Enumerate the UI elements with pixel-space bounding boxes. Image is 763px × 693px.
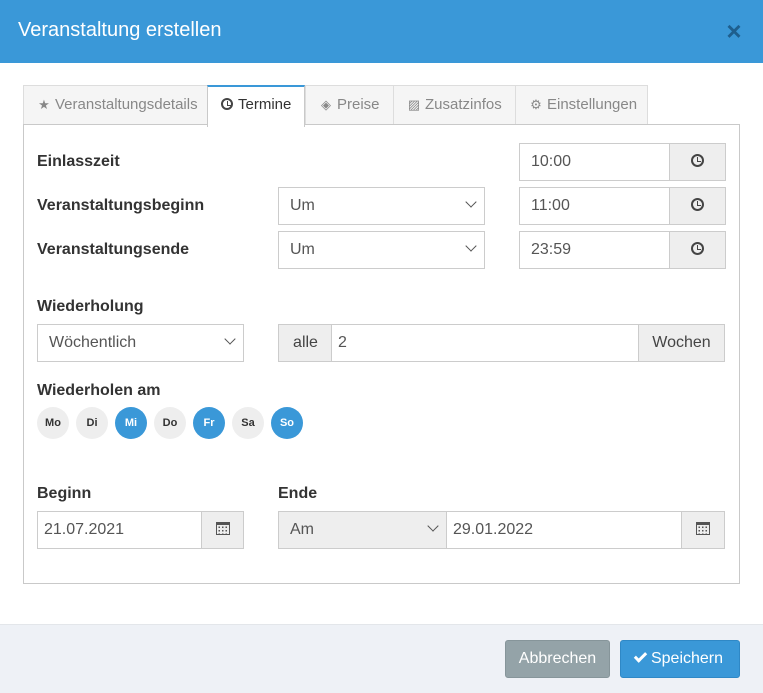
tab-termine[interactable]: Termine — [207, 85, 305, 127]
tab-label: Einstellungen — [547, 96, 638, 113]
dialog-header: Veranstaltung erstellen × — [0, 0, 763, 63]
range-end-label: Ende — [278, 485, 318, 502]
clock-icon — [691, 242, 704, 256]
repeat-frequency-select[interactable]: Wöchentlich — [37, 324, 244, 362]
end-date-mode-value: Am — [290, 521, 314, 538]
day-toggle-di[interactable]: Di — [76, 407, 108, 439]
dialog-footer: Abbrechen Speichern — [0, 624, 763, 693]
save-button-label: Speichern — [650, 650, 724, 667]
close-icon[interactable]: × — [723, 18, 745, 44]
chevron-down-icon — [427, 520, 439, 532]
tab-label: Veranstaltungsdetails — [55, 96, 198, 113]
start-time-picker-button[interactable] — [669, 187, 726, 225]
day-toggle-mo[interactable]: Mo — [37, 407, 69, 439]
tab-einstellungen[interactable]: ⚙ Einstellungen — [515, 85, 648, 125]
dialog-title: Veranstaltung erstellen — [18, 19, 222, 41]
gear-icon: ⚙ — [530, 97, 542, 112]
end-date-picker-button[interactable] — [681, 511, 725, 549]
repeat-every-prefix: alle — [278, 324, 333, 362]
day-toggle-so[interactable]: So — [271, 407, 303, 439]
chevron-down-icon — [465, 196, 477, 208]
calendar-icon — [696, 522, 710, 536]
end-time-picker-button[interactable] — [669, 231, 726, 269]
clock-icon — [691, 154, 704, 168]
image-icon: ▨ — [407, 97, 421, 112]
end-mode-date-select[interactable]: Am — [278, 511, 447, 549]
tab-veranstaltungsdetails[interactable]: ★ Veranstaltungsdetails — [23, 85, 208, 125]
repeat-frequency-value: Wöchentlich — [49, 334, 137, 351]
clock-icon — [691, 198, 704, 212]
tab-label: Termine — [238, 96, 292, 113]
range-begin-label: Beginn — [37, 485, 92, 502]
end-mode-select[interactable]: Um — [278, 231, 485, 269]
end-time-input[interactable]: 23:59 — [519, 231, 671, 269]
tab-zusatzinfos[interactable]: ▨ Zusatzinfos — [393, 85, 516, 125]
star-icon: ★ — [38, 97, 50, 112]
end-mode-value: Um — [290, 241, 315, 258]
tab-label: Preise — [337, 96, 380, 113]
save-button[interactable]: Speichern — [620, 640, 740, 678]
cancel-button[interactable]: Abbrechen — [505, 640, 610, 678]
end-label: Veranstaltungsende — [37, 241, 190, 258]
tab-preise[interactable]: ◈ Preise — [305, 85, 394, 125]
admission-label: Einlasszeit — [37, 153, 120, 170]
tag-icon: ◈ — [321, 97, 331, 112]
start-mode-value: Um — [290, 197, 315, 214]
start-time-input[interactable]: 11:00 — [519, 187, 671, 225]
repeat-interval-input[interactable]: 2 — [331, 324, 640, 362]
tab-label: Zusatzinfos — [425, 96, 502, 113]
day-toggle-sa[interactable]: Sa — [232, 407, 264, 439]
clock-icon — [220, 87, 234, 123]
calendar-icon — [215, 522, 230, 536]
admission-time-picker-button[interactable] — [669, 143, 726, 181]
day-toggle-mi[interactable]: Mi — [115, 407, 147, 439]
begin-date-input[interactable]: 21.07.2021 — [37, 511, 203, 549]
admission-time-input[interactable]: 10:00 — [519, 143, 671, 181]
start-label: Veranstaltungsbeginn — [37, 197, 205, 214]
check-icon — [633, 649, 648, 663]
chevron-down-icon — [224, 333, 236, 345]
start-mode-select[interactable]: Um — [278, 187, 485, 225]
repeat-label: Wiederholung — [37, 298, 144, 315]
day-toggle-do[interactable]: Do — [154, 407, 186, 439]
day-toggle-fr[interactable]: Fr — [193, 407, 225, 439]
repeat-days-label: Wiederholen am — [37, 382, 161, 399]
begin-date-picker-button[interactable] — [201, 511, 244, 549]
chevron-down-icon — [465, 240, 477, 252]
end-date-input[interactable]: 29.01.2022 — [446, 511, 683, 549]
repeat-every-unit: Wochen — [638, 324, 725, 362]
